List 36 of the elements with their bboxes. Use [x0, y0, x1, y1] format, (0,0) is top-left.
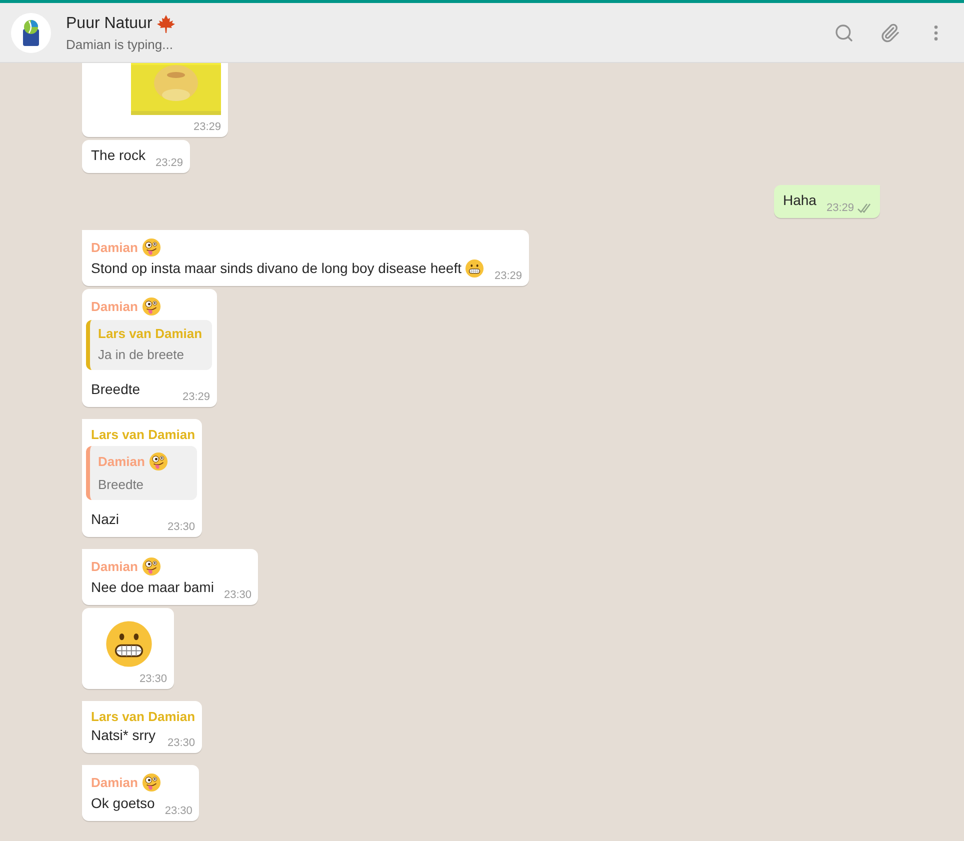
message-time: 23:30 — [139, 673, 167, 685]
message-time: 23:29 — [155, 157, 183, 169]
message-time: 23:29 — [494, 270, 522, 282]
message-time: 23:29 — [826, 202, 854, 214]
chat-title: Puur Natuur — [66, 14, 152, 32]
group-avatar[interactable] — [11, 12, 51, 52]
typing-status: Damian is typing... — [66, 36, 174, 52]
quoted-message[interactable]: Lars van Damian Ja in de breete — [86, 320, 212, 370]
message-text: Haha — [783, 191, 816, 210]
message-time: 23:30 — [168, 521, 196, 533]
message-text: Ok goetso — [91, 794, 155, 813]
message-time: 23:29 — [193, 121, 221, 133]
quoted-message[interactable]: Damian Breedte — [86, 446, 198, 500]
quoted-author: Lars van Damian — [98, 326, 202, 341]
message-time: 23:30 — [224, 589, 252, 601]
search-icon[interactable] — [834, 22, 854, 42]
sender-name: Damian — [91, 775, 138, 790]
sender-name: Damian — [91, 299, 138, 314]
sender-name: Lars van Damian — [91, 427, 196, 442]
message-text: Stond op insta maar sinds divano de long boy disease heeft — [91, 259, 462, 278]
quoted-text: Breedte — [98, 477, 145, 492]
quoted-text: Ja in de breete — [98, 347, 186, 362]
message-text: The rock — [91, 146, 146, 165]
message-text: Nee doe maar bami — [91, 578, 214, 597]
message-text: Breedte — [91, 380, 140, 399]
message-time: 23:30 — [164, 805, 192, 817]
message-time: 23:30 — [168, 737, 196, 749]
sender-name: Damian — [91, 240, 138, 255]
message-text: Natsi* srry — [91, 726, 156, 745]
paperclip-icon[interactable] — [880, 22, 900, 42]
sender-name: Damian — [91, 559, 138, 574]
quoted-author: Damian — [98, 454, 145, 469]
grimace-face-icon — [105, 620, 153, 668]
message-time: 23:29 — [182, 391, 210, 403]
sender-name: Lars van Damian — [91, 709, 196, 724]
message-text: Nazi — [91, 510, 120, 529]
